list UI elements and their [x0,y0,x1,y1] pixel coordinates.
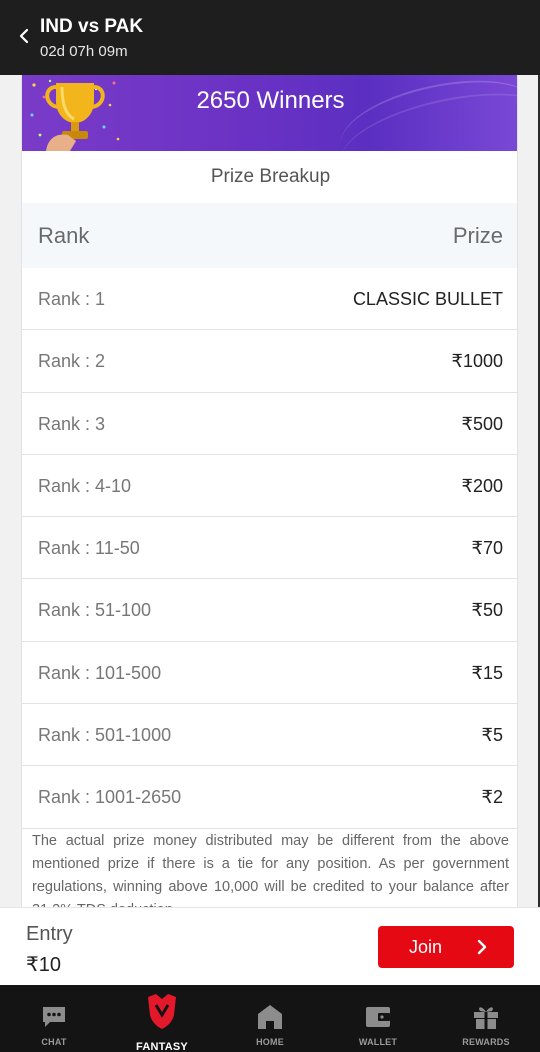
winners-banner: 2650 Winners [22,75,517,151]
prize-value: ₹2 [481,787,503,808]
prize-value: ₹70 [471,538,503,559]
rank-column-header: Rank [38,223,90,248]
nav-item-wallet[interactable]: WALLET [324,985,432,1052]
entry-bar: Entry ₹10 Join [0,907,540,985]
prize-disclaimer: The actual prize money distributed may b… [32,833,509,907]
entry-fee: ₹10 [26,954,61,976]
nav-label: REWARDS [462,1037,510,1047]
prize-row: Rank : 4-10 ₹200 [22,455,517,518]
fantasy-shield-icon [148,994,176,1029]
nav-label: CHAT [41,1037,67,1047]
prize-card: 2650 Winners Prize Breakup Rank Prize Ra… [21,75,518,907]
chevron-right-icon [477,939,487,955]
prize-table-header: Rank Prize [22,203,517,268]
nav-item-rewards[interactable]: REWARDS [432,985,540,1052]
prize-row: Rank : 2 ₹1000 [22,330,517,393]
nav-item-home[interactable]: HOME [216,985,324,1052]
rank-label: Rank : 4-10 [38,475,132,496]
gift-icon [474,1007,498,1029]
join-label: Join [409,937,443,957]
prize-row: Rank : 3 ₹500 [22,393,517,455]
back-arrow-icon[interactable] [14,24,34,48]
prize-value: ₹1000 [451,351,504,372]
prize-row: Rank : 501-1000 ₹5 [22,704,517,767]
winners-count: 2650 Winners [196,87,345,114]
chat-icon [43,1007,65,1027]
prize-breakup-heading: Prize Breakup [210,166,331,187]
prize-row: Rank : 1 CLASSIC BULLET [22,268,517,331]
match-countdown: 02d 07h 09m [40,43,128,60]
prize-value: ₹5 [481,725,503,746]
home-icon [258,1005,282,1029]
rank-label: Rank : 501-1000 [38,725,172,746]
prize-value: ₹50 [471,600,503,621]
top-bar: IND vs PAK 02d 07h 09m [0,0,540,75]
nav-item-fantasy[interactable]: FANTASY [108,985,216,1052]
prize-row: Rank : 11-50 ₹70 [22,517,517,580]
prize-value: ₹200 [461,475,503,496]
nav-label: FANTASY [136,1041,188,1052]
wallet-icon [366,1007,390,1027]
match-title: IND vs PAK [40,16,144,37]
rank-label: Rank : 1 [38,289,106,309]
prize-row: Rank : 101-500 ₹15 [22,642,517,705]
rank-label: Rank : 1001-2650 [38,787,182,808]
prize-value: CLASSIC BULLET [352,289,503,309]
join-button[interactable]: Join [378,926,514,968]
nav-item-chat[interactable]: CHAT [0,985,108,1052]
prize-row: Rank : 51-100 ₹50 [22,579,517,642]
bottom-navigation: CHAT FANTASY HOME WALLET REWARDS [0,985,540,1052]
rank-label: Rank : 11-50 [38,538,140,559]
prize-row: Rank : 1001-2650 ₹2 [22,766,517,829]
rank-label: Rank : 3 [38,413,106,434]
nav-label: HOME [256,1037,284,1047]
nav-label: WALLET [358,1037,398,1047]
rank-label: Rank : 51-100 [38,600,152,621]
rank-label: Rank : 2 [38,351,106,372]
rank-label: Rank : 101-500 [38,662,162,683]
prize-column-header: Prize [452,223,503,248]
prize-table: Rank : 1 CLASSIC BULLET Rank : 2 ₹1000 R… [22,268,517,829]
prize-value: ₹15 [471,662,503,683]
entry-label: Entry [26,923,73,945]
prize-value: ₹500 [461,413,503,434]
